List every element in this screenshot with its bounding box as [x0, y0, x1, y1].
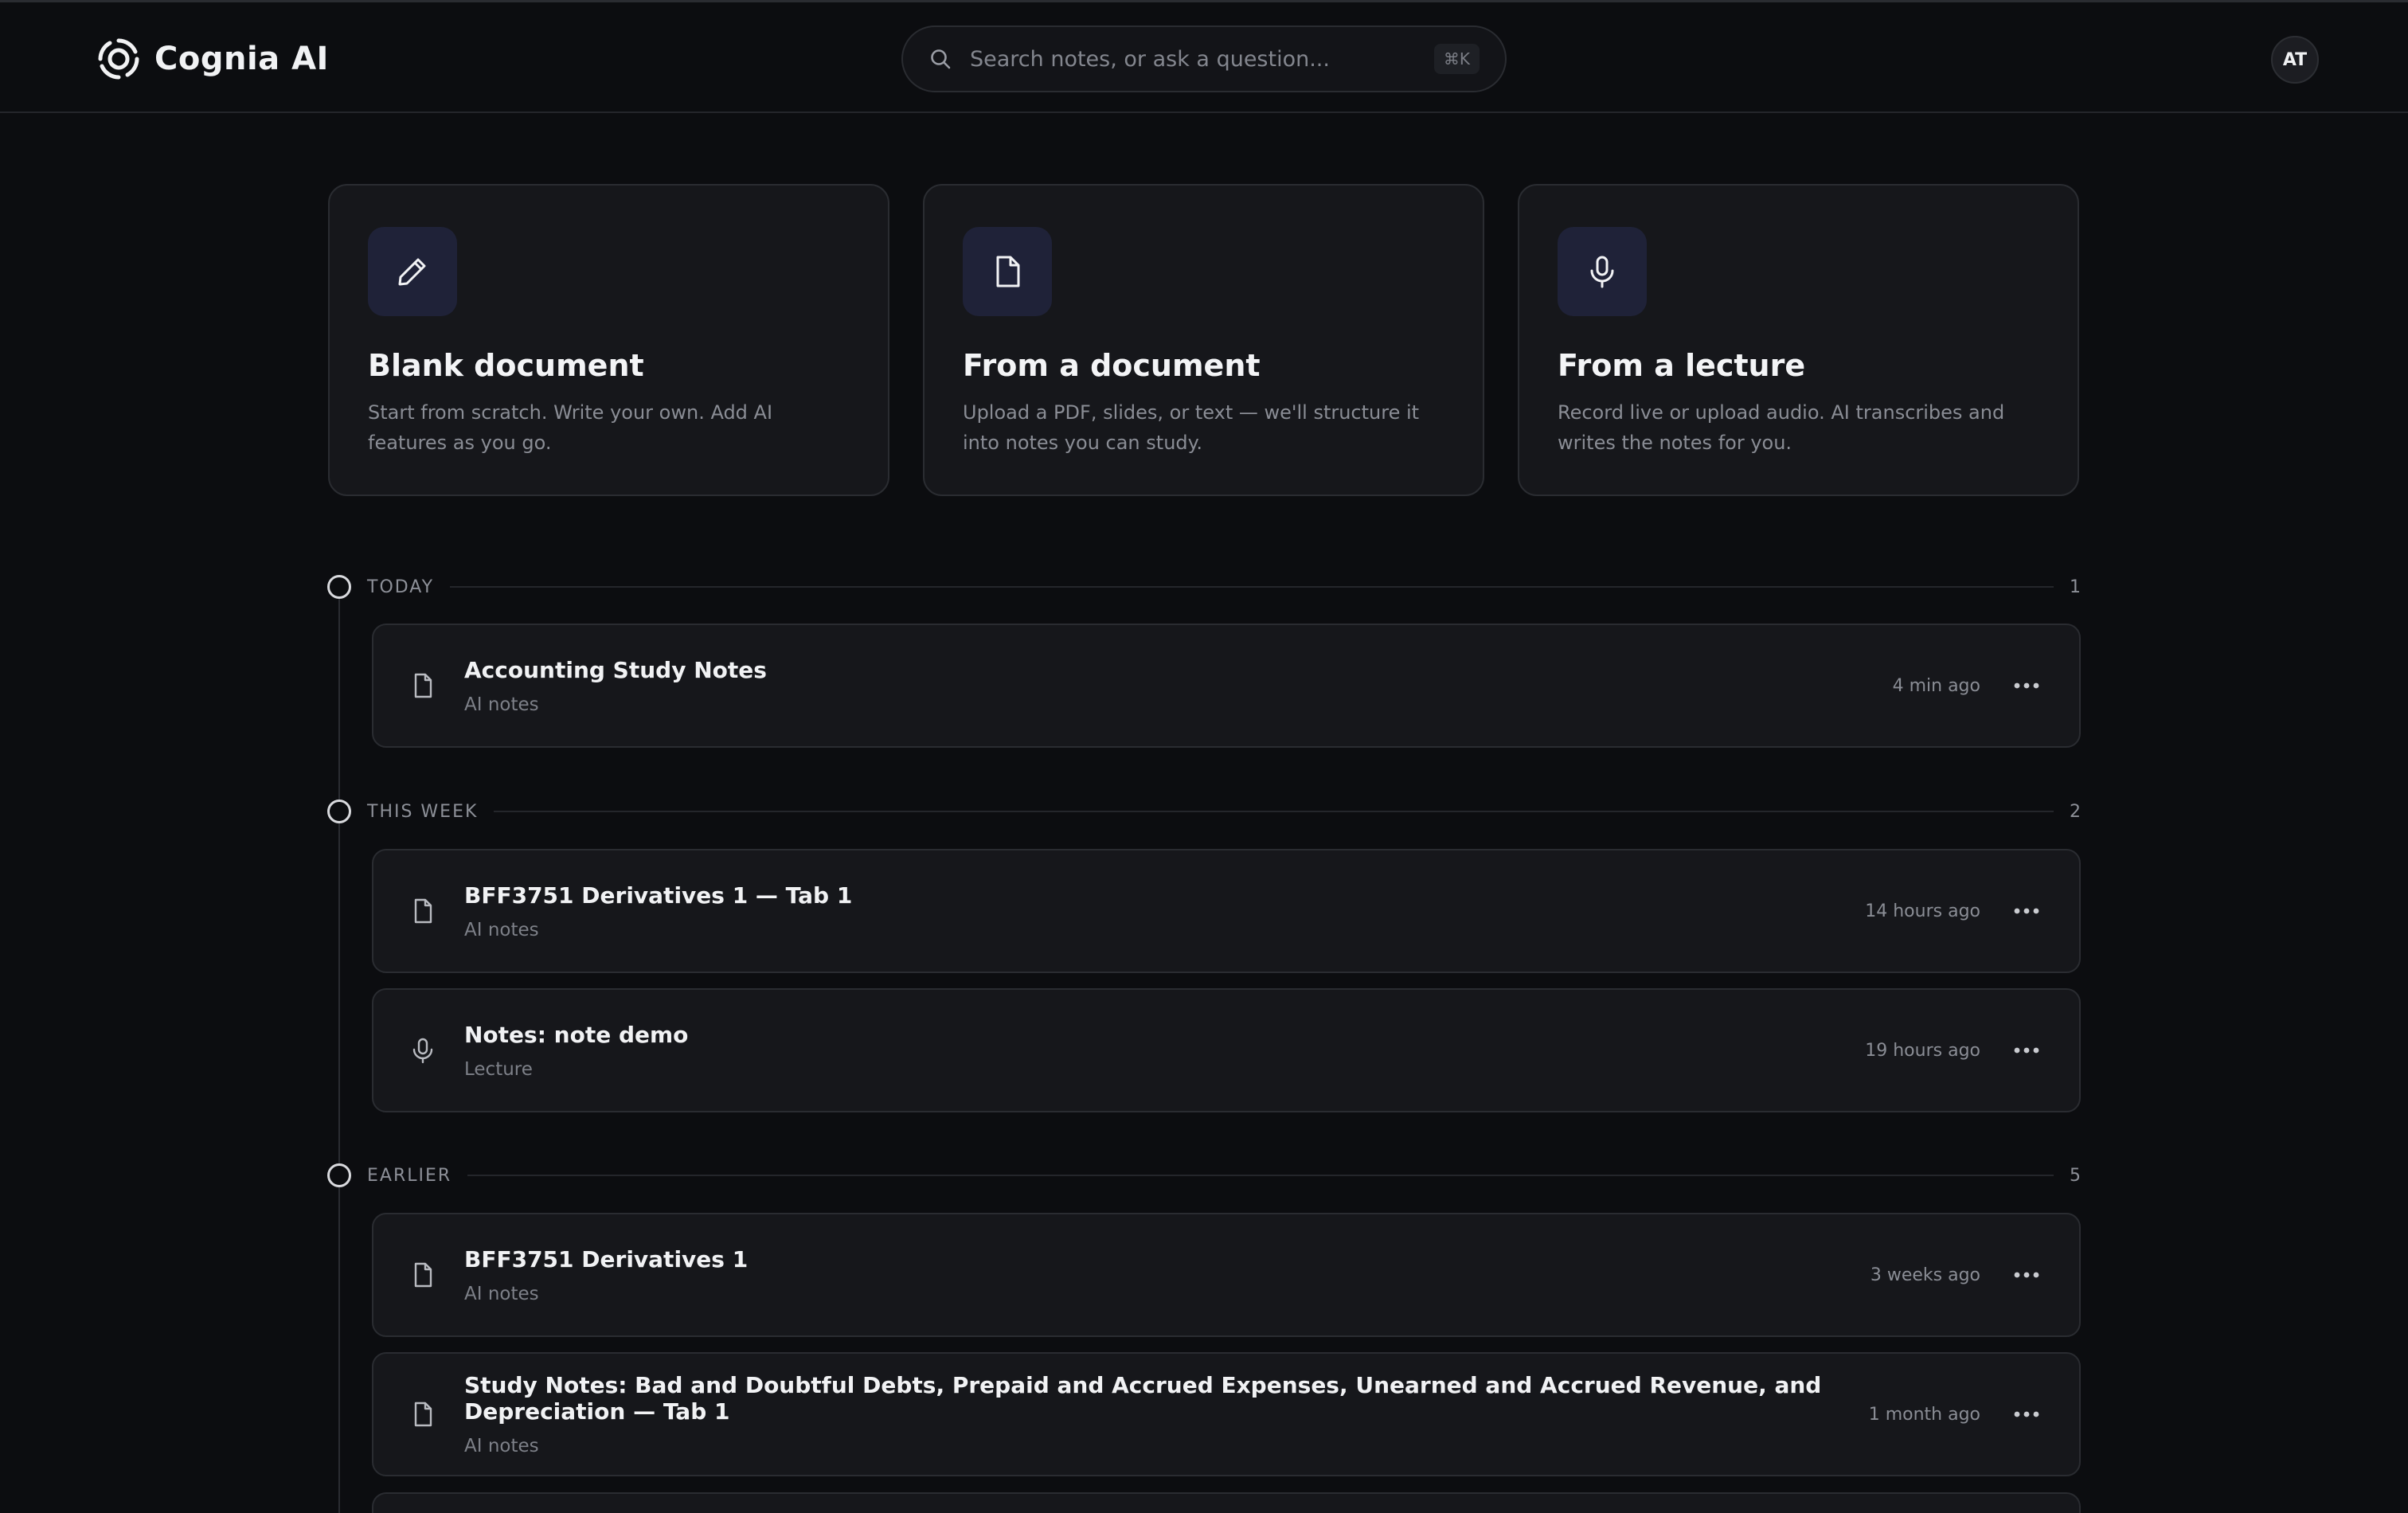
note-type: AI notes [464, 1436, 539, 1456]
search-icon [931, 49, 951, 69]
microphone-icon [1558, 227, 1647, 316]
note-row[interactable]: Accounting Study Notes AI notes 4 min ag… [372, 624, 2081, 748]
note-title: Accounting Study Notes [464, 656, 767, 683]
card-title: From a lecture [1558, 348, 1806, 383]
note-row[interactable]: Study Notes: Bad and Doubtful Debts, Pre… [372, 1352, 2081, 1476]
brand-name: Cognia AI [154, 41, 329, 77]
card-title: Blank document [368, 348, 644, 383]
blank-document-card[interactable]: Blank document Start from scratch. Write… [328, 184, 889, 496]
file-icon [414, 1262, 432, 1288]
note-timestamp: 14 hours ago [1865, 901, 1980, 921]
file-icon [414, 1402, 432, 1427]
note-row[interactable] [372, 1492, 2081, 1513]
note-row[interactable]: BFF3751 Derivatives 1 — Tab 1 AI notes 1… [372, 849, 2081, 973]
section-header-today: TODAY 1 [327, 574, 2081, 600]
note-type: Lecture [464, 1058, 533, 1080]
section-count: 5 [2070, 1165, 2081, 1186]
card-description: Upload a PDF, slides, or text — we'll st… [963, 401, 1420, 454]
pencil-icon [368, 227, 457, 316]
file-icon [414, 898, 432, 924]
file-icon [963, 227, 1052, 316]
more-options-icon[interactable] [2012, 897, 2041, 925]
more-options-icon[interactable] [2012, 1036, 2041, 1065]
note-timestamp: 1 month ago [1868, 1404, 1980, 1425]
note-timestamp: 3 weeks ago [1870, 1265, 1980, 1285]
timeline-line [338, 599, 340, 1513]
note-title: BFF3751 Derivatives 1 [464, 1245, 749, 1273]
logo-icon [98, 38, 139, 80]
note-type: AI notes [464, 694, 539, 715]
from-document-card[interactable]: From a document Upload a PDF, slides, or… [923, 184, 1484, 496]
section-label: THIS WEEK [367, 801, 479, 822]
card-description: Start from scratch. Write your own. Add … [368, 401, 773, 454]
section-header-earlier: EARLIER 5 [327, 1163, 2081, 1188]
note-title: BFF3751 Derivatives 1 — Tab 1 [464, 882, 853, 909]
section-count: 2 [2070, 801, 2081, 822]
note-title: Notes: note demo [464, 1021, 689, 1048]
user-avatar[interactable]: AT [2271, 36, 2319, 84]
note-timestamp: 19 hours ago [1865, 1040, 1980, 1061]
note-row[interactable]: Notes: note demo Lecture 19 hours ago [372, 988, 2081, 1112]
create-options: Blank document Start from scratch. Write… [328, 184, 2080, 496]
more-options-icon[interactable] [2012, 1400, 2041, 1429]
note-timestamp: 4 min ago [1892, 675, 1980, 696]
from-lecture-card[interactable]: From a lecture Record live or upload aud… [1518, 184, 2079, 496]
timeline-dot [327, 575, 351, 599]
note-title: Study Notes: Bad and Doubtful Debts, Pre… [464, 1372, 1822, 1425]
brand-logo[interactable]: Cognia AI [96, 36, 329, 82]
top-bar: Cognia AI Search notes, or ask a questio… [0, 0, 2408, 113]
divider [467, 1175, 2054, 1176]
note-type: AI notes [464, 919, 539, 940]
note-row[interactable]: BFF3751 Derivatives 1 AI notes 3 weeks a… [372, 1213, 2081, 1337]
microphone-icon [412, 1038, 433, 1064]
section-header-this-week: THIS WEEK 2 [327, 799, 2081, 824]
file-icon [414, 673, 432, 698]
note-type: AI notes [464, 1283, 539, 1304]
divider [494, 811, 2054, 812]
section-label: TODAY [367, 577, 435, 597]
more-options-icon[interactable] [2012, 671, 2041, 700]
card-title: From a document [963, 348, 1261, 383]
section-label: EARLIER [367, 1165, 452, 1186]
card-description: Record live or upload audio. AI transcri… [1558, 401, 2005, 454]
more-options-icon[interactable] [2012, 1261, 2041, 1289]
timeline-dot [327, 1163, 351, 1187]
search-input[interactable]: Search notes, or ask a question... [970, 47, 1434, 72]
search-bar[interactable]: Search notes, or ask a question... ⌘K [901, 25, 1507, 92]
section-count: 1 [2070, 577, 2081, 597]
timeline-dot [327, 800, 351, 823]
search-shortcut-badge: ⌘K [1433, 44, 1480, 74]
divider [450, 586, 2054, 588]
